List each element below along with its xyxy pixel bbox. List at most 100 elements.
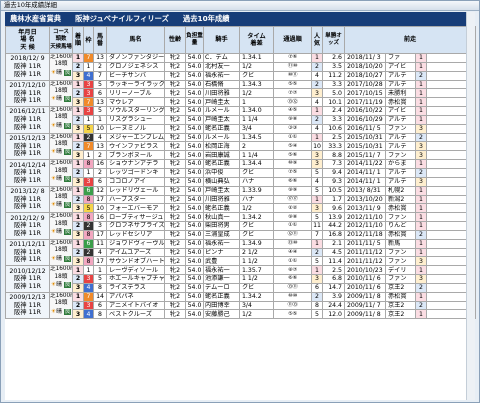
win-odds: 3.3 xyxy=(322,79,345,90)
win-odds: 24.4 xyxy=(322,300,345,311)
table-row[interactable]: 2016/12/11阪神 11R阪神 11R芝1600m18頭☀晴 良135ソウ… xyxy=(5,106,476,134)
table-row[interactable]: 3 4 8 ベストクルーズ 牝2 54.0 安藤勝己 1/2 ⑤⑤ 5 12.0 2009/11/ 8… xyxy=(6,309,476,320)
table-row[interactable]: 2010/12/12阪神 11R阪神 11R芝1600m18頭☀晴 良111レー… xyxy=(5,265,476,293)
finish-order: 1 xyxy=(72,53,84,63)
table-row[interactable]: 2 7 13 ウインファビラス 牝2 54.0 松岡正海 2 ⑤④ 10 33.3 2015/10/3… xyxy=(6,141,476,152)
horse-number: 8 xyxy=(93,309,107,320)
col-horse[interactable]: 馬名 xyxy=(106,26,165,54)
col-course[interactable]: コース 頭数 天候馬場 xyxy=(49,26,73,54)
horse-name: レーヌミノル xyxy=(106,123,165,134)
win-odds: 9.3 xyxy=(322,176,345,187)
table-row[interactable]: 3 8 17 レッドセシリア 牝2 54.0 三浦皇成 クビ ⑫⑪ 7 16.8 2012/11/18… xyxy=(6,229,476,240)
time-margin: 1/2 xyxy=(239,61,274,72)
weather-going: ☀晴 良 xyxy=(51,95,72,103)
prev-race-date: 2012/11/18 xyxy=(344,229,386,240)
course-distance: 芝1600m xyxy=(50,213,72,220)
field-size: 18頭 xyxy=(54,87,68,94)
passing-order: ⑧⑦ xyxy=(273,265,312,276)
table-row[interactable]: 3 5 10 フォーエバーモア 牝2 54.0 蛯名正義 1/2 ②② 3 9.6 2013/11/ … xyxy=(6,203,476,214)
table-row[interactable]: 3 3 6 ココロノアイ 牝2 54.0 横山典弘 ハナ ⑥⑥ 4 9.3 2014/11/ 1 アルテ… xyxy=(6,176,476,187)
prev-race-name: ファ xyxy=(385,53,416,63)
table-row[interactable]: 2017/12/10阪神 11R阪神 11R芝1600m18頭☀晴 良135ラッ… xyxy=(5,79,476,108)
gate-number: 8 xyxy=(83,159,94,169)
weather-text: 晴 xyxy=(56,202,62,209)
carried-weight: 54.0 xyxy=(185,106,204,116)
col-time[interactable]: タイム 着差 xyxy=(239,26,274,54)
vertical-scrollbar[interactable] xyxy=(466,12,475,400)
table-row[interactable]: 2 1 2 レッツゴードンキ 牝2 54.0 浜中俊 クビ ⑦⑤ 5 9.4 2014/11/ 1 アル… xyxy=(6,167,476,178)
horse-name: リリーノーブル xyxy=(106,88,165,99)
col-date[interactable]: 年月日 場 名 天 候 xyxy=(5,26,50,54)
table-row[interactable]: 2 3 6 アニメイトバイオ 牝2 54.0 内田博幸 3/4 ⑪⑬ 8 24.4 2009/11/ … xyxy=(6,300,476,311)
finish-order: 2 xyxy=(72,194,84,205)
table-row[interactable]: 3 1 2 ブランボヌール 牝2 54.0 岩田康誠 1 1/4 ⑤⑥ 3 8.8 2015/11/ … xyxy=(6,150,476,161)
time-margin: 1 1/4 xyxy=(239,150,274,161)
finish-order: 3 xyxy=(72,203,84,214)
table-row[interactable]: 3 7 13 マウレア 牝2 54.0 戸崎圭太 1 ⑬⑫ 4 10.1 2017/11/19 赤松賞 1 xyxy=(6,97,476,108)
table-row[interactable]: 2 2 3 クロフネサプライズ 牝2 54.0 柴田将男 クビ ①① 11 44.2 2012/11/… xyxy=(6,221,476,231)
prev-race-date: 2015/10/31 xyxy=(344,132,386,143)
col-order[interactable]: 着順 xyxy=(72,26,84,54)
table-row[interactable]: 3 4 8 ライステラス 牝2 54.0 デムーロ クビ ⑬⑪ 6 14.7 2010/11/ 6 京王… xyxy=(6,282,476,293)
popularity: 2 xyxy=(311,61,323,72)
prev-race-name: アルテ xyxy=(385,141,416,152)
table-row[interactable]: 3 8 17 サウンドオブハート 牝2 54.0 武豊 1 1/2 ①① 5 11.4 2011/11… xyxy=(6,256,476,267)
prev-race-rank: 3 xyxy=(415,150,427,161)
col-positions[interactable]: 通過順 xyxy=(273,26,312,54)
col-jockey[interactable]: 騎手 xyxy=(203,26,240,54)
col-prev[interactable]: 前走 xyxy=(344,26,476,54)
horse-number: 13 xyxy=(93,53,107,63)
table-row[interactable]: 2011/12/11阪神 11R阪神 11R芝1600m18頭☀晴 良1611ジ… xyxy=(5,238,476,267)
horse-number: 13 xyxy=(93,97,107,108)
carried-weight: 54.0 xyxy=(185,70,204,81)
table-row[interactable]: 2 1 2 クロノジェネシス 牝2 54.0 北村友一 1/2 ⑪⑩ 2 3.5 2018/10/20… xyxy=(6,61,476,72)
prev-race-name: からま xyxy=(385,159,416,169)
col-weight[interactable]: 負担重量 xyxy=(185,26,204,54)
field-size: 18頭 xyxy=(54,220,68,227)
weather-text: 晴 xyxy=(56,282,62,289)
jockey: 福永祐一 xyxy=(203,238,240,249)
table-row[interactable]: 2015/12/13阪神 11R阪神 11R芝1600m18頭☀晴 良124メジ… xyxy=(5,132,476,161)
carried-weight: 54.0 xyxy=(185,185,204,196)
table-row[interactable]: 2009/12/13阪神 11R阪神 11R芝1600m18頭☀晴 良1714ア… xyxy=(5,291,476,320)
table-row[interactable]: 2013/12/ 8阪神 11R阪神 11R芝1600m18頭☀晴 良1612レ… xyxy=(5,185,476,214)
time-margin: 1/2 xyxy=(239,309,274,320)
sex-age: 牝2 xyxy=(164,300,186,311)
prev-race-name: 赤松賞 xyxy=(385,291,416,302)
col-odds[interactable]: 単勝オッズ xyxy=(322,26,345,54)
popularity: 3 xyxy=(311,203,323,214)
table-row[interactable]: 2 3 6 リリーノーブル 牝2 54.0 川田将雅 1/2 ⑦⑦ 3 5.0 2017/10/15 未… xyxy=(6,88,476,99)
horse-number: 2 xyxy=(93,150,107,161)
carried-weight: 54.0 xyxy=(185,79,204,90)
popularity: 1 xyxy=(311,106,323,116)
table-row[interactable]: 2 8 17 ハープスター 牝2 54.0 川田将雅 ハナ ⑰⑰ 1 1.7 2013/10/20 新潟… xyxy=(6,194,476,205)
table-row[interactable]: 2018/12/ 9阪神 11R阪神 11R芝1600m18頭☀晴 良1713ダ… xyxy=(5,53,476,81)
finish-order: 3 xyxy=(72,282,84,293)
passing-order: ⑬⑩ xyxy=(273,238,312,249)
race-venue: 阪神 11R xyxy=(14,123,41,131)
jockey: 秋山真一 xyxy=(203,212,240,223)
col-num[interactable]: 馬番 xyxy=(93,26,107,54)
prev-race-rank: 1 xyxy=(415,53,427,63)
table-row[interactable]: 2 2 4 アイムユアーズ 牝2 54.0 ピンナ 2 1/2 ④④ 2 4.5 2011/11/12… xyxy=(6,247,476,258)
table-row[interactable]: 3 4 7 ビーチサンバ 牝2 54.0 福永祐一 クビ ⑩⑪ 4 11.2 2018/10/27 アル… xyxy=(6,70,476,81)
passing-order: ⑬⑪ xyxy=(273,282,312,293)
table-row[interactable]: 2012/12/ 9阪神 11R阪神 11R芝1600m18頭☀晴 良1816ロ… xyxy=(5,212,476,240)
col-pop[interactable]: 人気 xyxy=(311,26,323,54)
table-row[interactable]: 3 5 10 レーヌミノル 牝2 54.0 蛯名正義 3/4 ③③ 4 10.6 2016/11/ 5… xyxy=(6,123,476,134)
horse-name: クロフネサプライズ xyxy=(106,221,165,231)
sex-age: 牝2 xyxy=(164,176,186,187)
col-sexage[interactable]: 性齢 xyxy=(164,26,186,54)
finish-order: 1 xyxy=(72,185,84,196)
prev-race-date: 2010/11/ 6 xyxy=(344,274,386,284)
finish-order: 3 xyxy=(72,256,84,267)
table-row[interactable]: 2 1 1 リスグラシュー 牝2 54.0 戸崎圭太 1 1/4 ⑨⑧ 2 3.3 2016/10/2… xyxy=(6,114,476,125)
prev-race-name: 未勝利 xyxy=(385,88,416,99)
race-date-cell: 2013/12/ 8 阪神 11R 阪神 11R xyxy=(5,185,50,214)
col-gate[interactable]: 枠 xyxy=(83,26,94,54)
table-row[interactable]: 2 3 5 ホエールキャプチャ 牝2 54.0 池添謙一 1 1/2 ⑥⑥ 3 6.8 2010/11… xyxy=(6,274,476,284)
prev-race-rank: 1 xyxy=(415,88,427,99)
results-panel: 農林水産省賞典 阪神ジュベナイルフィリーズ 過去10年成績 年月日 場 名 天 候 … xyxy=(5,12,476,400)
finish-order: 2 xyxy=(72,141,84,152)
table-row[interactable]: 2014/12/14阪神 11R阪神 11R芝1600m18頭☀晴 良1816シ… xyxy=(5,159,476,187)
